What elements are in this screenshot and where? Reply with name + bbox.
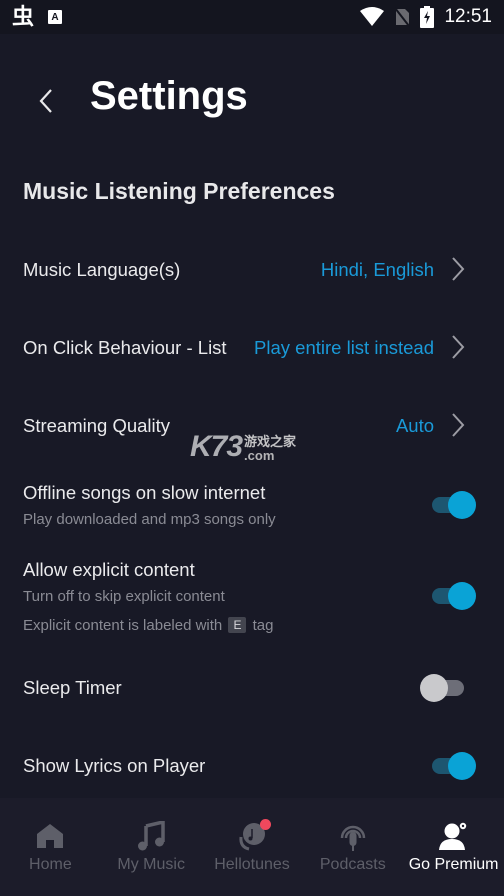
nav-item-home[interactable]: Home (0, 798, 101, 896)
watermark-cn: 游戏之家 (244, 433, 297, 449)
watermark-brand: K73 (190, 430, 243, 463)
setting-label: Show Lyrics on Player (23, 755, 206, 776)
nav-item-hellotunes[interactable]: Hellotunes (202, 798, 303, 896)
setting-label: Music Language(s) (23, 259, 181, 280)
chevron-left-icon (39, 89, 52, 113)
setting-value: Hindi, English (320, 259, 434, 280)
setting-music-language[interactable]: Music Language(s) Hindi, English (0, 246, 504, 296)
no-sim-icon (394, 7, 411, 27)
wifi-icon (360, 7, 385, 26)
chevron-right-icon (452, 335, 465, 359)
setting-explicit-content: Allow explicit content Turn off to skip … (0, 557, 504, 641)
sleep-timer-toggle[interactable] (420, 673, 468, 703)
translate-a-icon: A (48, 10, 63, 24)
nav-label: Hellotunes (214, 856, 290, 873)
nav-label: Home (29, 856, 72, 873)
nav-item-my-music[interactable]: My Music (101, 798, 202, 896)
explicit-content-toggle[interactable] (428, 581, 476, 611)
nav-label: Podcasts (319, 856, 386, 873)
music-note-icon (135, 820, 167, 852)
setting-sleep-timer: Sleep Timer (0, 664, 504, 712)
watermark-domain: .com (244, 448, 275, 463)
podcast-icon (337, 820, 369, 852)
note-text-before: Explicit content is labeled with (23, 617, 223, 634)
setting-value: Play entire list instead (254, 337, 434, 358)
back-button[interactable] (32, 84, 60, 118)
setting-label: Sleep Timer (23, 677, 122, 698)
toggle-thumb (448, 582, 476, 610)
battery-charging-icon (420, 6, 435, 28)
notification-badge (259, 819, 271, 830)
setting-description: Play downloaded and mp3 songs only (23, 511, 276, 528)
setting-offline-songs: Offline songs on slow internet Play down… (0, 480, 504, 536)
status-time: 12:51 (444, 6, 492, 27)
toggle-thumb (448, 491, 476, 519)
setting-show-lyrics: Show Lyrics on Player (0, 742, 504, 790)
nav-item-podcasts[interactable]: Podcasts (302, 798, 403, 896)
premium-user-icon (438, 820, 470, 852)
setting-label: Offline songs on slow internet (23, 482, 266, 503)
app-glyph-icon: 虫 (12, 4, 35, 29)
chevron-right-icon (452, 413, 465, 437)
offline-songs-toggle[interactable] (428, 490, 476, 520)
setting-value: Auto (395, 415, 434, 436)
home-icon (34, 820, 66, 852)
status-bar: 虫 A 12:51 (0, 0, 504, 34)
watermark: K73 游戏之家 .com (190, 430, 297, 463)
note-text-after: tag (252, 617, 274, 634)
explicit-tag: E (228, 617, 247, 633)
bottom-nav: Home My Music Hellotunes Podcasts Go Pre… (0, 798, 504, 896)
explicit-tag-note: Explicit content is labeled with E tag (23, 617, 274, 634)
setting-on-click-behaviour[interactable]: On Click Behaviour - List Play entire li… (0, 324, 504, 374)
nav-label: My Music (117, 856, 185, 873)
page-title: Settings (90, 74, 248, 118)
nav-label: Go Premium (408, 856, 499, 873)
toggle-thumb (448, 752, 476, 780)
setting-label: Allow explicit content (23, 559, 195, 580)
section-title: Music Listening Preferences (23, 178, 335, 204)
header: Settings (0, 72, 504, 130)
setting-label: On Click Behaviour - List (23, 337, 227, 358)
show-lyrics-toggle[interactable] (428, 751, 476, 781)
nav-item-go-premium[interactable]: Go Premium (403, 798, 504, 896)
setting-label: Streaming Quality (23, 415, 171, 436)
toggle-thumb (420, 674, 448, 702)
chevron-right-icon (452, 257, 465, 281)
setting-description: Turn off to skip explicit content (23, 588, 225, 605)
